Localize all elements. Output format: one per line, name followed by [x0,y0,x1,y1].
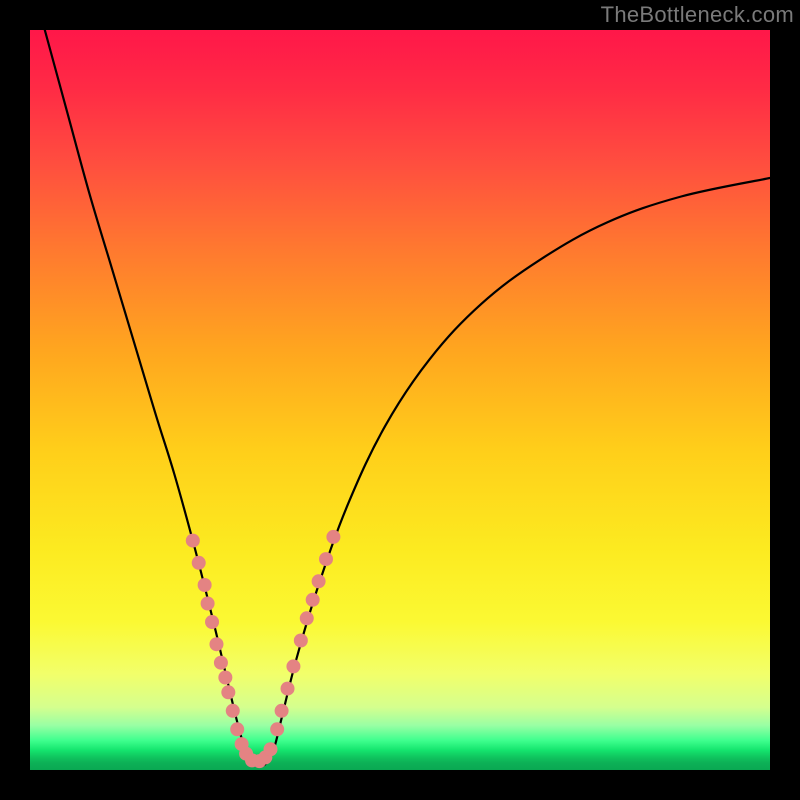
marker-dot [198,578,212,592]
marker-dot [218,671,232,685]
marker-dot [230,722,244,736]
marker-dot [209,637,223,651]
marker-dot [281,682,295,696]
marker-dot [286,659,300,673]
watermark-text: TheBottleneck.com [601,2,794,28]
marker-dot [186,534,200,548]
highlighted-points [186,530,341,768]
marker-dot [192,556,206,570]
plot-area [30,30,770,770]
marker-dot [294,634,308,648]
marker-dot [214,656,228,670]
bottleneck-curve [45,30,770,766]
marker-dot [312,574,326,588]
marker-dot [201,597,215,611]
marker-dot [300,611,314,625]
chart-frame: TheBottleneck.com [0,0,800,800]
marker-dot [275,704,289,718]
marker-dot [270,722,284,736]
marker-dot [264,742,278,756]
marker-dot [221,685,235,699]
marker-dot [226,704,240,718]
marker-dot [319,552,333,566]
marker-dot [326,530,340,544]
marker-dot [306,593,320,607]
chart-svg [30,30,770,770]
marker-dot [205,615,219,629]
